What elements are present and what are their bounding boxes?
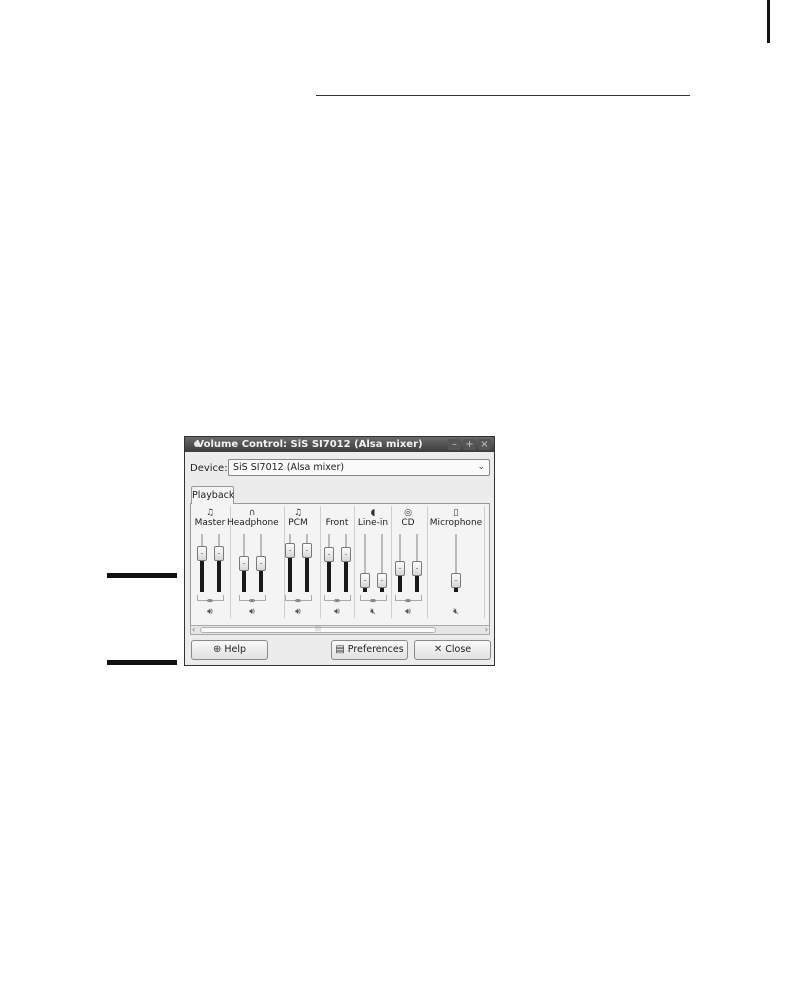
slider-thumb[interactable]: [301, 543, 312, 558]
chain-lock-icon[interactable]: ∞: [231, 597, 273, 605]
slider-thumb[interactable]: [394, 561, 405, 576]
preferences-label: Preferences: [347, 644, 404, 655]
page-header-rule: [316, 95, 690, 96]
tab-playback[interactable]: Playback: [191, 486, 234, 504]
line-in-volume-slider-right[interactable]: [376, 534, 387, 592]
speaker-icon[interactable]: 🔊︎: [231, 607, 273, 617]
maximize-icon[interactable]: +: [463, 439, 476, 450]
slider-thumb[interactable]: [376, 573, 387, 588]
channel-master: ♫ Master ∞ 🔊︎: [195, 508, 226, 620]
channel-label: Master: [194, 518, 226, 528]
chain-lock-icon[interactable]: ∞: [396, 597, 420, 605]
slider-thumb[interactable]: [411, 561, 422, 576]
music-note-icon: ♫: [293, 508, 303, 518]
channel-label: Line-in: [357, 518, 389, 528]
slider-thumb[interactable]: [340, 547, 351, 562]
slider-thumb[interactable]: [238, 556, 249, 571]
scrollbar-thumb[interactable]: |||: [200, 625, 436, 633]
channel-microphone: ▯ Microphone 🔇︎: [429, 508, 483, 620]
speaker-icon[interactable]: 🔊︎: [286, 607, 310, 617]
chevron-down-icon: ⌄: [477, 462, 485, 472]
minimize-icon[interactable]: –: [448, 439, 461, 450]
preferences-icon: ▤: [335, 644, 345, 655]
slider-thumb[interactable]: [284, 543, 295, 558]
device-value: SiS SI7012 (Alsa mixer): [233, 462, 345, 473]
microphone-icon: ▯: [453, 508, 459, 518]
channel-label: PCM: [288, 518, 308, 528]
scroll-left-icon[interactable]: ‹: [192, 625, 195, 635]
speaker-muted-icon[interactable]: 🔇︎: [356, 607, 390, 617]
headphone-icon: ∩: [248, 508, 256, 518]
headphone-volume-slider-right[interactable]: [255, 534, 266, 592]
playback-panel: ♫ Master ∞ 🔊︎ ∩ Headphone ∞ 🔊︎ ♫ PCM ∞ 🔊︎ Front ∞ 🔊︎ ◖ L…: [190, 503, 490, 634]
cd-icon: ◎: [404, 508, 412, 518]
channel-line-in: ◖ Line-in ∞ 🔇︎: [356, 508, 390, 620]
page-edge-rule: [767, 0, 770, 43]
slider-thumb[interactable]: [451, 573, 461, 588]
speaker-icon[interactable]: 🔊︎: [396, 607, 420, 617]
help-label: Help: [224, 644, 247, 655]
slider-thumb[interactable]: [323, 547, 334, 562]
music-note-icon: ♫: [205, 508, 215, 518]
front-volume-slider-right[interactable]: [340, 534, 351, 592]
channel-label: CD: [401, 518, 415, 528]
scrollbar-grip: |||: [314, 625, 322, 632]
master-volume-slider-left[interactable]: [196, 534, 207, 592]
help-icon: ⊕: [212, 644, 222, 655]
line-in-volume-slider-left[interactable]: [359, 534, 370, 592]
speaker-icon[interactable]: 🔊︎: [196, 607, 224, 617]
help-button[interactable]: ⊕ Help: [191, 640, 268, 660]
callout-bar-upper: [107, 573, 177, 578]
volume-control-window: Volume Control: SiS SI7012 (Alsa mixer) …: [184, 436, 495, 666]
close-label: Close: [445, 644, 472, 655]
speaker-muted-icon[interactable]: 🔇︎: [429, 607, 483, 617]
slider-thumb[interactable]: [213, 546, 224, 561]
front-volume-slider-left[interactable]: [323, 534, 334, 592]
channel-label: Front: [325, 518, 349, 528]
headphone-volume-slider-left[interactable]: [238, 534, 249, 592]
channel-cd: ◎ CD ∞ 🔊︎: [394, 508, 422, 620]
device-label: Device:: [190, 463, 228, 474]
line-in-icon: ◖: [370, 508, 376, 518]
callout-bar-lower: [107, 660, 177, 665]
chain-lock-icon[interactable]: ∞: [286, 597, 310, 605]
device-select[interactable]: SiS SI7012 (Alsa mixer) ⌄: [228, 459, 490, 476]
microphone-volume-slider-left[interactable]: [451, 534, 461, 592]
close-icon[interactable]: ×: [478, 439, 491, 450]
scroll-right-icon[interactable]: ›: [485, 625, 488, 635]
slider-thumb[interactable]: [359, 573, 370, 588]
close-x-icon: ✕: [433, 644, 443, 655]
speaker-icon[interactable]: 🔊︎: [323, 607, 351, 617]
chain-lock-icon[interactable]: ∞: [196, 597, 224, 605]
channel-pcm: ♫ PCM ∞ 🔊︎: [284, 508, 312, 620]
chain-lock-icon[interactable]: ∞: [356, 597, 390, 605]
chain-lock-icon[interactable]: ∞: [323, 597, 351, 605]
preferences-button[interactable]: ▤ Preferences: [331, 640, 408, 660]
window-title: Volume Control: SiS SI7012 (Alsa mixer): [196, 439, 423, 450]
channel-label: Microphone: [429, 518, 483, 528]
title-bar[interactable]: Volume Control: SiS SI7012 (Alsa mixer) …: [185, 437, 494, 452]
channel-label: Headphone: [227, 518, 279, 528]
pcm-volume-slider-right[interactable]: [301, 534, 312, 592]
slider-thumb[interactable]: [196, 546, 207, 561]
channel-front: Front ∞ 🔊︎: [323, 508, 351, 620]
slider-thumb[interactable]: [255, 556, 266, 571]
close-button[interactable]: ✕ Close: [414, 640, 491, 660]
master-volume-slider-right[interactable]: [213, 534, 224, 592]
cd-volume-slider-right[interactable]: [411, 534, 422, 592]
horizontal-scrollbar[interactable]: ‹ ||| ›: [190, 625, 490, 635]
cd-volume-slider-left[interactable]: [394, 534, 405, 592]
channel-headphone: ∩ Headphone ∞ 🔊︎: [227, 508, 279, 620]
pcm-volume-slider-left[interactable]: [284, 534, 295, 592]
